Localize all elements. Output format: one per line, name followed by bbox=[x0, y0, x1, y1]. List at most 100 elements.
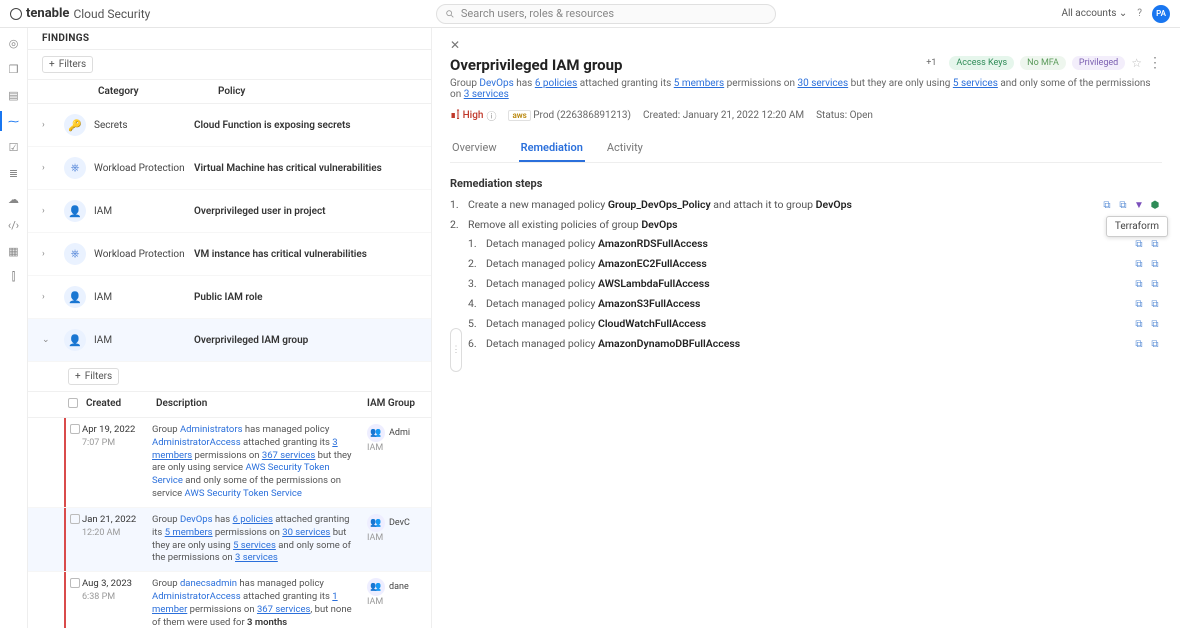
remediation-substep: 3.Detach managed policy AWSLambdaFullAcc… bbox=[468, 277, 1162, 291]
avatar[interactable]: PA bbox=[1152, 5, 1170, 23]
copy-icon[interactable]: ⧉ bbox=[1132, 257, 1146, 271]
remediation-step: 1. Create a new managed policy Group_Dev… bbox=[450, 198, 1162, 212]
chevron-down-icon: ⌄ bbox=[42, 335, 56, 345]
left-nav-rail: ◎ ❒ ▤ ⁓ ☑ ≣ ☁ ‹/› ▦ ⫿ bbox=[0, 28, 28, 628]
group-icon: 👥 bbox=[367, 514, 385, 532]
terraform-icon[interactable]: ▼ bbox=[1132, 198, 1146, 212]
findings-panel: FINDINGS +Filters Category Policy › 🔑 Se… bbox=[28, 28, 432, 628]
badge-no-mfa[interactable]: No MFA bbox=[1020, 56, 1066, 70]
remediation-title: Remediation steps bbox=[450, 177, 1162, 190]
findings-title: FINDINGS bbox=[42, 33, 89, 44]
nav-cube-icon[interactable]: ❒ bbox=[7, 62, 21, 76]
finding-row[interactable]: › 👤 IAM Overprivileged user in project bbox=[28, 190, 431, 233]
secrets-icon: 🔑 bbox=[64, 114, 86, 136]
severity-badge: ∎⫿High ⓘ bbox=[450, 108, 496, 123]
info-icon[interactable]: ⓘ bbox=[486, 108, 496, 123]
tab-activity[interactable]: Activity bbox=[605, 135, 645, 162]
severity-icon: ∎⫿ bbox=[450, 110, 460, 121]
nav-chart-icon[interactable]: ⫿ bbox=[7, 270, 21, 284]
row-checkbox[interactable] bbox=[70, 578, 80, 588]
account-label: Prod (226386891213) bbox=[533, 110, 631, 121]
plus-icon: + bbox=[75, 371, 81, 382]
iam-icon: 👤 bbox=[64, 200, 86, 222]
remediation-substep: 4.Detach managed policy AmazonS3FullAcce… bbox=[468, 297, 1162, 311]
search-input[interactable]: Search users, roles & resources bbox=[436, 4, 776, 24]
nav-cloud-icon[interactable]: ☁ bbox=[7, 192, 21, 206]
copy-icon[interactable]: ⧉ bbox=[1148, 337, 1162, 351]
copy-icon[interactable]: ⧉ bbox=[1148, 237, 1162, 251]
copy-icon[interactable]: ⧉ bbox=[1132, 297, 1146, 311]
brand-main: tenable bbox=[26, 6, 69, 21]
sub-row[interactable]: Aug 3, 20236:38 PM Group danecsadmin has… bbox=[28, 572, 431, 628]
finding-row[interactable]: › 🔑 Secrets Cloud Function is exposing s… bbox=[28, 104, 431, 147]
row-checkbox[interactable] bbox=[70, 514, 80, 524]
logo: tenable Cloud Security bbox=[10, 6, 150, 21]
nav-server-icon[interactable]: ▦ bbox=[7, 244, 21, 258]
copy-icon[interactable]: ⧉ bbox=[1100, 198, 1114, 212]
copy-icon[interactable]: ⧉ bbox=[1132, 337, 1146, 351]
copy-icon[interactable]: ⧉ bbox=[1148, 317, 1162, 331]
copy-icon[interactable]: ⧉ bbox=[1148, 297, 1162, 311]
accounts-dropdown[interactable]: All accounts ⌄ bbox=[1061, 8, 1127, 19]
remediation-substep: 6.Detach managed policy AmazonDynamoDBFu… bbox=[468, 337, 1162, 351]
detail-title: Overprivileged IAM group bbox=[450, 56, 622, 74]
copy-icon[interactable]: ⧉ bbox=[1132, 237, 1146, 251]
nav-findings-icon[interactable]: ⁓ bbox=[7, 114, 21, 128]
nav-stack-icon[interactable]: ≣ bbox=[7, 166, 21, 180]
group-icon: 👥 bbox=[367, 424, 385, 442]
brand-sub: Cloud Security bbox=[73, 7, 150, 21]
iam-icon: 👤 bbox=[64, 286, 86, 308]
chevron-right-icon: › bbox=[42, 249, 56, 259]
finding-row[interactable]: › 👤 IAM Public IAM role bbox=[28, 276, 431, 319]
finding-row[interactable]: › ⎈ Workload Protection VM instance has … bbox=[28, 233, 431, 276]
findings-columns: Category Policy bbox=[28, 80, 431, 104]
sub-row[interactable]: Jan 21, 202212:20 AM Group DevOps has 6 … bbox=[28, 508, 431, 572]
remediation-step: 2. Remove all existing policies of group… bbox=[450, 218, 1162, 231]
sub-row-description: Group Administrators has managed policy … bbox=[152, 424, 367, 501]
sub-filters-button[interactable]: +Filters bbox=[68, 368, 119, 385]
filters-button[interactable]: +Filters bbox=[42, 56, 93, 73]
sub-row[interactable]: Apr 19, 20227:07 PM Group Administrators… bbox=[28, 418, 431, 508]
chevron-down-icon: ⌄ bbox=[1119, 8, 1127, 19]
nav-check-icon[interactable]: ☑ bbox=[7, 140, 21, 154]
hashicorp-icon[interactable]: ⬢ bbox=[1148, 198, 1162, 212]
chevron-right-icon: › bbox=[42, 206, 56, 216]
detail-meta: ∎⫿High ⓘ aws Prod (226386891213) Created… bbox=[450, 108, 1162, 123]
detail-panel: ✕ Overprivileged IAM group +1 Access Key… bbox=[432, 28, 1180, 628]
tab-overview[interactable]: Overview bbox=[450, 135, 499, 162]
logo-icon bbox=[10, 8, 22, 20]
select-all-checkbox[interactable] bbox=[68, 398, 78, 408]
created-label: Created: January 21, 2022 12:20 AM bbox=[643, 110, 804, 121]
copy-icon[interactable]: ⧉ bbox=[1148, 257, 1162, 271]
favorite-icon[interactable]: ☆ bbox=[1131, 56, 1142, 70]
nav-code-icon[interactable]: ‹/› bbox=[7, 218, 21, 232]
iam-icon: 👤 bbox=[64, 329, 86, 351]
row-checkbox[interactable] bbox=[70, 424, 80, 434]
finding-row[interactable]: › ⎈ Workload Protection Virtual Machine … bbox=[28, 147, 431, 190]
detail-description: Group DevOps has 6 policies attached gra… bbox=[450, 78, 1162, 100]
finding-row[interactable]: ⌄ 👤 IAM Overprivileged IAM group bbox=[28, 319, 431, 362]
nav-doc-icon[interactable]: ▤ bbox=[7, 88, 21, 102]
badge-access-keys[interactable]: Access Keys bbox=[949, 56, 1014, 70]
chevron-right-icon: › bbox=[42, 120, 56, 130]
status-label: Status: Open bbox=[816, 110, 873, 121]
group-icon: 👥 bbox=[367, 578, 385, 596]
more-menu-icon[interactable]: ⋮ bbox=[1148, 59, 1162, 67]
copy-icon[interactable]: ⧉ bbox=[1132, 317, 1146, 331]
copy-icon[interactable]: ⧉ bbox=[1132, 277, 1146, 291]
col-category: Category bbox=[98, 86, 218, 97]
badge-privileged[interactable]: Privileged bbox=[1072, 56, 1125, 70]
topbar: tenable Cloud Security Search users, rol… bbox=[0, 0, 1180, 28]
workload-icon: ⎈ bbox=[64, 243, 86, 265]
nav-dashboard-icon[interactable]: ◎ bbox=[7, 36, 21, 50]
copy-icon[interactable]: ⧉ bbox=[1116, 198, 1130, 212]
search-placeholder: Search users, roles & resources bbox=[461, 7, 614, 20]
chevron-right-icon: › bbox=[42, 163, 56, 173]
badge-plus[interactable]: +1 bbox=[919, 56, 943, 70]
tab-remediation[interactable]: Remediation bbox=[519, 135, 585, 162]
close-button[interactable]: ✕ bbox=[450, 38, 1162, 52]
help-icon[interactable]: ? bbox=[1137, 8, 1142, 19]
copy-icon[interactable]: ⧉ bbox=[1148, 277, 1162, 291]
remediation-substep: 5.Detach managed policy CloudWatchFullAc… bbox=[468, 317, 1162, 331]
workload-icon: ⎈ bbox=[64, 157, 86, 179]
